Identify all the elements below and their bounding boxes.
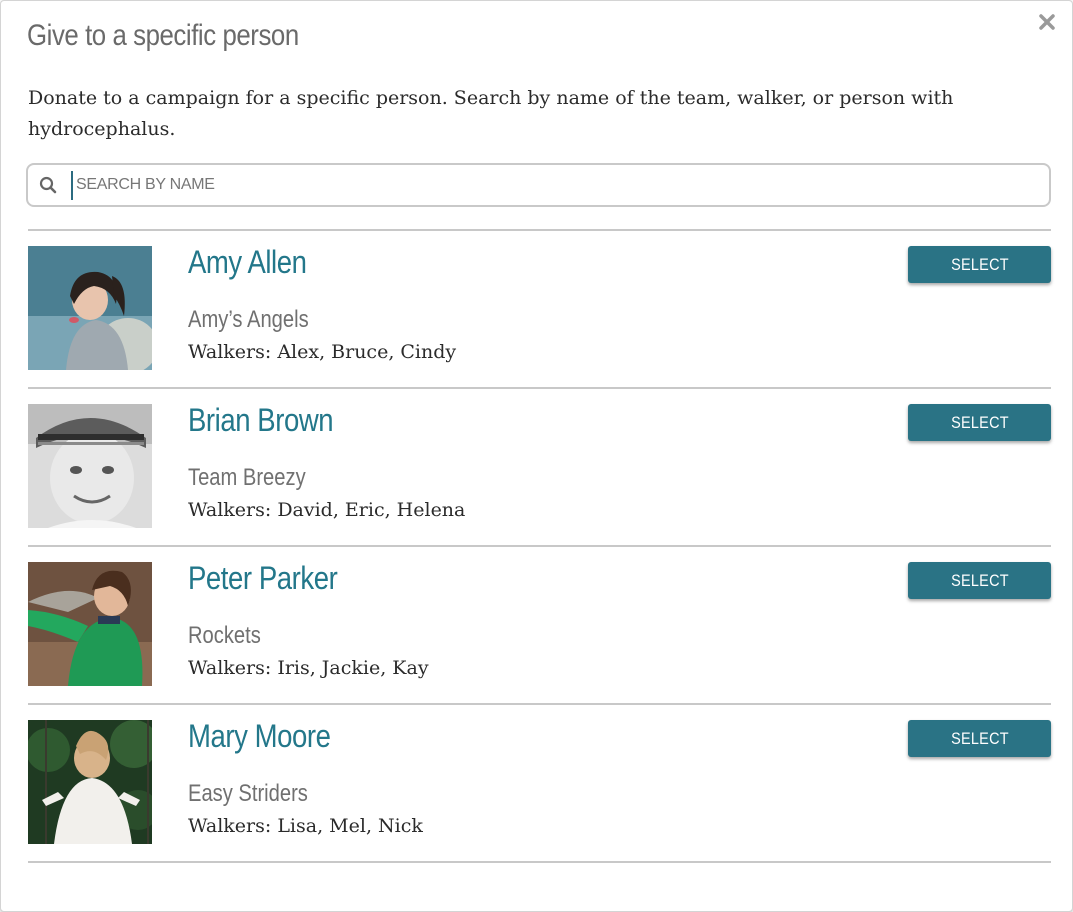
person-name[interactable]: Mary Moore — [188, 718, 331, 755]
walkers-list: Walkers: Lisa, Mel, Nick — [188, 815, 423, 837]
person-name[interactable]: Amy Allen — [188, 244, 307, 281]
select-button[interactable]: SELECT — [908, 562, 1051, 599]
team-name: Easy Striders — [188, 780, 308, 807]
select-button-label: SELECT — [950, 254, 1009, 274]
select-button-label: SELECT — [950, 570, 1009, 590]
walkers-list: Walkers: David, Eric, Helena — [188, 499, 466, 521]
select-button[interactable]: SELECT — [908, 404, 1051, 441]
team-name: Amy’s Angels — [188, 306, 309, 333]
person-photo — [28, 720, 152, 844]
walkers-list: Walkers: Alex, Bruce, Cindy — [188, 341, 457, 363]
team-name: Team Breezy — [188, 464, 306, 491]
search-icon — [39, 176, 57, 194]
search-box[interactable] — [26, 163, 1051, 207]
person-row: Peter Parker SELECT Rockets Walkers: Iri… — [28, 560, 1051, 688]
person-row: Mary Moore SELECT Easy Striders Walkers:… — [28, 718, 1051, 846]
give-to-person-dialog: Give to a specific person Donate to a ca… — [0, 0, 1073, 912]
divider — [28, 861, 1051, 863]
person-photo — [28, 404, 152, 528]
divider — [28, 229, 1051, 231]
select-button-label: SELECT — [950, 728, 1009, 748]
search-input[interactable] — [76, 169, 1036, 201]
person-photo — [28, 246, 152, 370]
text-caret — [71, 171, 73, 200]
person-photo — [28, 562, 152, 686]
select-button[interactable]: SELECT — [908, 246, 1051, 283]
team-name: Rockets — [188, 622, 261, 649]
dialog-title: Give to a specific person — [27, 19, 299, 52]
walkers-list: Walkers: Iris, Jackie, Kay — [188, 657, 429, 679]
select-button[interactable]: SELECT — [908, 720, 1051, 757]
divider — [28, 703, 1051, 705]
person-name[interactable]: Brian Brown — [188, 402, 334, 439]
person-name[interactable]: Peter Parker — [188, 560, 338, 597]
dialog-description: Donate to a campaign for a specific pers… — [28, 87, 954, 140]
select-button-label: SELECT — [950, 412, 1009, 432]
person-row: Brian Brown SELECT Team Breezy Walkers: … — [28, 402, 1051, 530]
divider — [28, 387, 1051, 389]
divider — [28, 545, 1051, 547]
person-row: Amy Allen SELECT Amy’s Angels Walkers: A… — [28, 244, 1051, 372]
close-icon[interactable] — [1036, 11, 1058, 33]
